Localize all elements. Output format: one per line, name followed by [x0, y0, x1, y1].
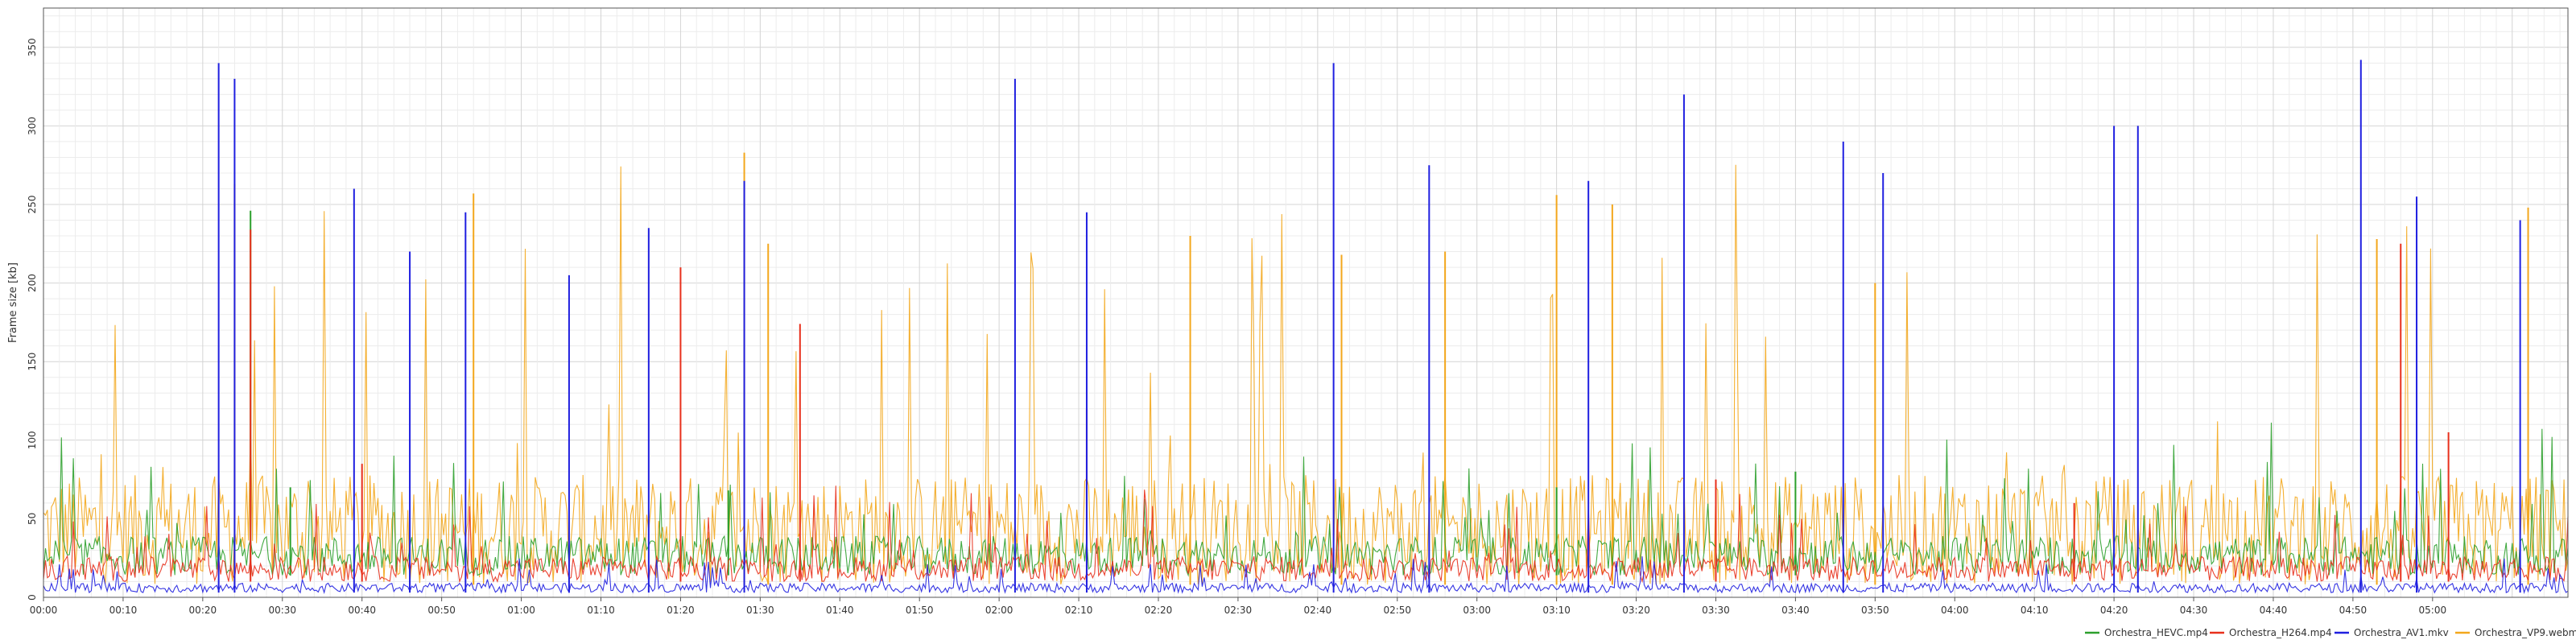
x-tick-label: 04:50	[2339, 605, 2368, 616]
x-tick-label: 01:20	[667, 605, 695, 616]
legend-label: Orchestra_AV1.mkv	[2354, 627, 2449, 638]
y-tick-label: 350	[27, 38, 38, 56]
x-tick-label: 02:00	[985, 605, 1013, 616]
x-tick-label: 04:40	[2260, 605, 2288, 616]
x-tick-label: 04:20	[2100, 605, 2128, 616]
x-tick-label: 03:00	[1463, 605, 1491, 616]
x-tick-label: 02:30	[1224, 605, 1253, 616]
x-tick-label: 02:50	[1383, 605, 1411, 616]
y-tick-label: 150	[27, 353, 38, 371]
x-tick-label: 02:40	[1304, 605, 1332, 616]
y-tick-label: 250	[27, 196, 38, 214]
x-tick-label: 00:10	[109, 605, 138, 616]
x-tick-label: 03:20	[1622, 605, 1650, 616]
x-tick-label: 01:00	[507, 605, 535, 616]
y-tick-label: 200	[27, 274, 38, 292]
x-tick-label: 05:00	[2419, 605, 2447, 616]
y-axis-label: Frame size [kb]	[7, 262, 19, 343]
x-tick-label: 01:50	[906, 605, 934, 616]
y-tick-label: 0	[27, 594, 38, 601]
x-tick-label: 02:20	[1145, 605, 1173, 616]
legend-label: Orchestra_VP9.webm	[2475, 627, 2576, 638]
x-tick-label: 01:10	[587, 605, 615, 616]
x-tick-label: 04:30	[2180, 605, 2208, 616]
y-tick-label: 50	[27, 513, 38, 525]
legend-label: Orchestra_H264.mp4	[2229, 627, 2332, 638]
x-tick-label: 02:10	[1065, 605, 1093, 616]
x-tick-label: 01:40	[826, 605, 854, 616]
x-tick-label: 04:10	[2021, 605, 2049, 616]
legend-label: Orchestra_HEVC.mp4	[2104, 627, 2208, 638]
x-tick-label: 00:50	[427, 605, 456, 616]
chart-background	[0, 0, 2576, 644]
x-tick-label: 03:40	[1781, 605, 1810, 616]
x-tick-label: 00:40	[348, 605, 376, 616]
y-tick-label: 100	[27, 431, 38, 449]
y-tick-label: 300	[27, 117, 38, 135]
legend: Orchestra_HEVC.mp4 Orchestra_H264.mp4 Orch…	[2085, 627, 2576, 638]
x-tick-label: 01:30	[746, 605, 774, 616]
x-tick-label: 03:50	[1861, 605, 1889, 616]
x-tick-label: 00:00	[30, 605, 58, 616]
x-tick-label: 03:30	[1702, 605, 1730, 616]
x-tick-label: 04:00	[1941, 605, 1969, 616]
x-tick-label: 03:10	[1542, 605, 1571, 616]
x-tick-label: 00:20	[189, 605, 217, 616]
x-tick-label: 00:30	[268, 605, 296, 616]
frame-size-chart: 0 50 100 150 200 250 300 350 00:00 00:10 00:20 00:…	[0, 0, 2576, 644]
